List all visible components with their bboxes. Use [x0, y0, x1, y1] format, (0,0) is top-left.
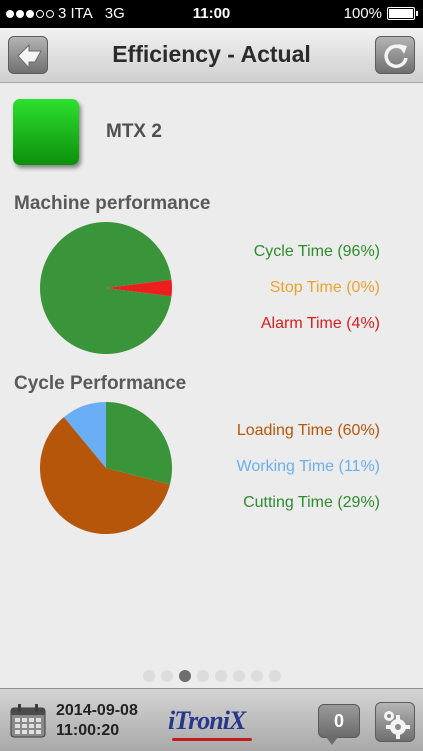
calendar-icon[interactable]: [10, 704, 46, 738]
date-time-display: 2014-09-08 11:00:20: [56, 701, 138, 741]
page-dot-6[interactable]: [232, 670, 245, 682]
legend-cutting-time: Cutting Time (29%): [243, 494, 380, 511]
gears-icon: [384, 711, 410, 739]
current-time: 11:00:20: [56, 722, 120, 739]
page-dot-8[interactable]: [268, 670, 281, 682]
machine-status-indicator[interactable]: [13, 99, 79, 165]
bottom-toolbar: 2014-09-08 11:00:20 iTroniX 0: [0, 688, 423, 751]
settings-button[interactable]: [375, 702, 415, 742]
page-indicator[interactable]: [0, 670, 423, 682]
page-dot-4[interactable]: [196, 670, 209, 682]
page-dot-5[interactable]: [214, 670, 227, 682]
machine-name: MTX 2: [106, 121, 162, 142]
legend-working-time: Working Time (11%): [236, 458, 380, 475]
notification-bubble-tail: [326, 737, 338, 745]
legend-stop-time: Stop Time (0%): [269, 279, 380, 296]
battery-percent: 100%: [343, 5, 382, 22]
navigation-bar: Efficiency - Actual: [0, 28, 423, 83]
page-title: Efficiency - Actual: [112, 41, 311, 67]
page-dot-1[interactable]: [142, 670, 155, 682]
itronix-logo: iTroniX: [168, 706, 246, 735]
current-date: 2014-09-08: [56, 702, 138, 719]
notifications-button[interactable]: 0: [318, 704, 360, 738]
legend-cycle-time: Cycle Time (96%): [253, 243, 380, 260]
cycle-performance-legend: Loading Time (60%) Working Time (11%) Cu…: [237, 413, 380, 521]
battery-icon: [387, 7, 418, 20]
cycle-performance-pie-chart: [39, 402, 172, 534]
machine-performance-pie-chart: [40, 222, 172, 354]
machine-performance-title: Machine performance: [14, 193, 211, 214]
page-dot-7[interactable]: [250, 670, 263, 682]
logo-underline: [172, 738, 252, 741]
machine-performance-legend: Cycle Time (96%) Stop Time (0%) Alarm Ti…: [254, 234, 380, 342]
status-bar: 3 ITA 3G 11:00 100%: [0, 0, 423, 28]
refresh-button[interactable]: [375, 36, 415, 74]
refresh-icon: [384, 44, 408, 68]
page-dot-3[interactable]: [178, 670, 191, 682]
page-dot-2[interactable]: [160, 670, 173, 682]
legend-loading-time: Loading Time (60%): [236, 422, 380, 439]
legend-alarm-time: Alarm Time (4%): [260, 315, 380, 332]
cycle-performance-title: Cycle Performance: [14, 373, 187, 394]
